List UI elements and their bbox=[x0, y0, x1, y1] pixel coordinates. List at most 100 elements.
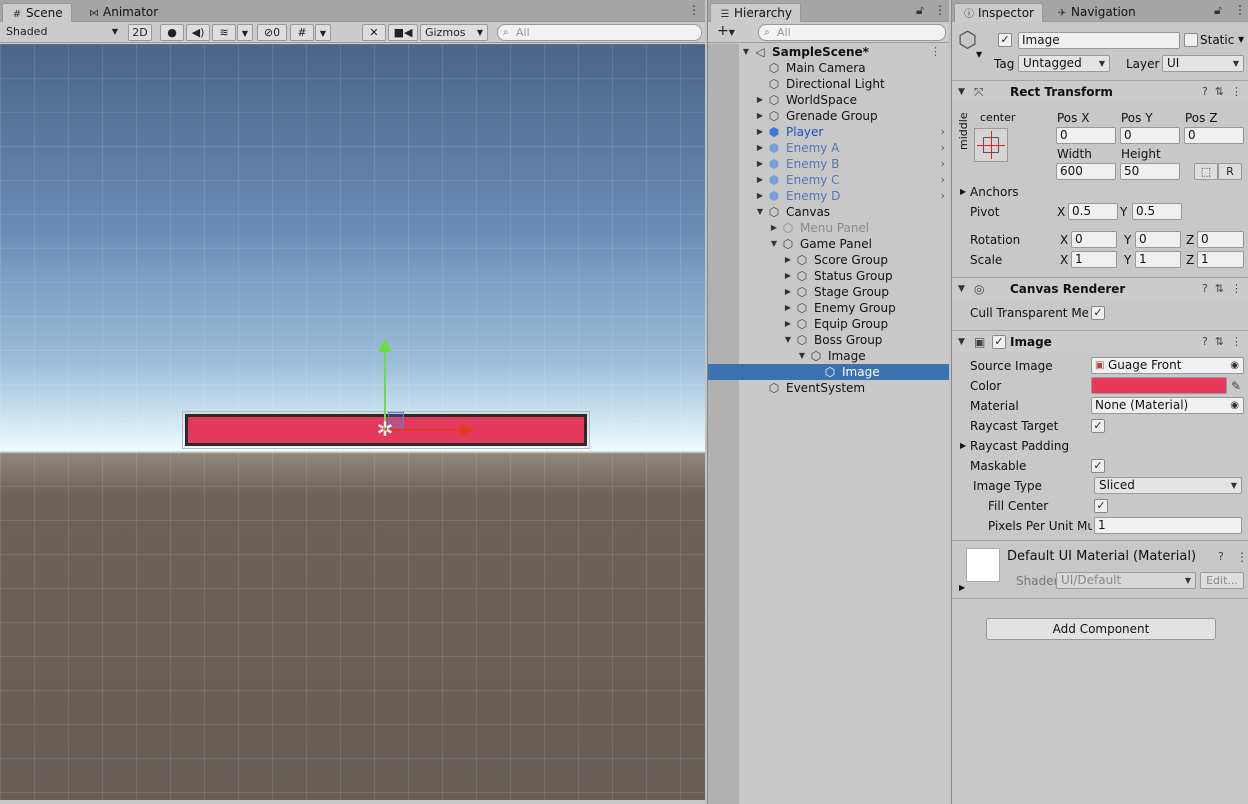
inspector-menu-icon[interactable]: ⋮ bbox=[1234, 3, 1246, 17]
hierarchy-item-enemy-group[interactable]: ▶ ⬡ Enemy Group bbox=[708, 300, 949, 316]
hierarchy-item-eventsystem[interactable]: ⬡ EventSystem bbox=[708, 380, 949, 396]
scene-menu-icon[interactable]: ⋮ bbox=[930, 44, 941, 60]
hierarchy-item-boss-group[interactable]: ▼ ⬡ Boss Group bbox=[708, 332, 949, 348]
tag-dropdown[interactable]: Untagged ▼ bbox=[1018, 55, 1110, 72]
hierarchy-item-enemy-d[interactable]: ▶ ⬢ Enemy D › bbox=[708, 188, 949, 204]
hierarchy-item-score-group[interactable]: ▶ ⬡ Score Group bbox=[708, 252, 949, 268]
edit-shader-button[interactable]: Edit... bbox=[1200, 572, 1244, 589]
chevron-right-icon[interactable]: › bbox=[941, 124, 945, 140]
tools-button[interactable]: ✕ bbox=[362, 24, 386, 41]
collapsed-arrow-icon[interactable]: ▶ bbox=[959, 579, 965, 597]
tab-scene[interactable]: # Scene bbox=[2, 3, 72, 22]
chevron-down-icon[interactable]: ▼ bbox=[976, 46, 982, 64]
hierarchy-item-equip-group[interactable]: ▶ ⬡ Equip Group bbox=[708, 316, 949, 332]
pos-x-field[interactable]: 0 bbox=[1056, 127, 1116, 144]
active-checkbox[interactable]: ✓ bbox=[998, 33, 1012, 47]
hierarchy-item-main-camera[interactable]: ⬡ Main Camera bbox=[708, 60, 949, 76]
collapsed-arrow-icon[interactable]: ▶ bbox=[783, 300, 793, 316]
help-icon[interactable]: ? bbox=[1202, 85, 1208, 98]
image-enabled-checkbox[interactable]: ✓ bbox=[992, 335, 1006, 349]
component-menu-icon[interactable]: ⋮ bbox=[1231, 85, 1242, 98]
expand-arrow-icon[interactable]: ▼ bbox=[958, 278, 965, 300]
pivot-x-field[interactable]: 0.5 bbox=[1068, 203, 1118, 220]
scale-x-field[interactable]: 1 bbox=[1071, 251, 1117, 268]
expand-arrow-icon[interactable]: ▼ bbox=[741, 44, 751, 60]
rot-z-field[interactable]: 0 bbox=[1197, 231, 1244, 248]
hierarchy-item-canvas[interactable]: ▼ ⬡ Canvas bbox=[708, 204, 949, 220]
image-type-dropdown[interactable]: Sliced ▼ bbox=[1094, 477, 1242, 494]
pos-y-field[interactable]: 0 bbox=[1120, 127, 1180, 144]
layer-dropdown[interactable]: UI ▼ bbox=[1162, 55, 1244, 72]
hierarchy-item-worldspace[interactable]: ▶ ⬡ WorldSpace bbox=[708, 92, 949, 108]
hierarchy-item-game-panel[interactable]: ▼ ⬡ Game Panel bbox=[708, 236, 949, 252]
material-field[interactable]: None (Material) ◉ bbox=[1091, 397, 1244, 414]
anchor-presets-button[interactable] bbox=[974, 128, 1008, 162]
tab-navigation[interactable]: ✈ Navigation bbox=[1048, 3, 1144, 22]
collapsed-arrow-icon[interactable]: ▶ bbox=[783, 284, 793, 300]
help-icon[interactable]: ? bbox=[1202, 335, 1208, 348]
effects-toggle-button[interactable]: ≋ bbox=[212, 24, 236, 41]
object-picker-icon[interactable]: ◉ bbox=[1230, 358, 1239, 373]
object-name-field[interactable]: Image bbox=[1018, 32, 1180, 49]
cull-transparent-checkbox[interactable]: ✓ bbox=[1091, 306, 1105, 320]
pivot-icon[interactable]: ✲ bbox=[374, 418, 396, 440]
shading-mode-dropdown[interactable]: Shaded ▼ bbox=[2, 24, 122, 41]
scale-y-field[interactable]: 1 bbox=[1135, 251, 1181, 268]
hidden-objects-toggle[interactable]: ⊘0 bbox=[257, 24, 287, 41]
material-menu-icon[interactable]: ⋮ bbox=[1236, 548, 1248, 566]
pos-z-field[interactable]: 0 bbox=[1184, 127, 1244, 144]
add-component-button[interactable]: Add Component bbox=[986, 618, 1216, 640]
anchors-foldout[interactable]: Anchors bbox=[970, 183, 1019, 201]
rot-x-field[interactable]: 0 bbox=[1071, 231, 1117, 248]
source-image-field[interactable]: ▣ Guage Front ◉ bbox=[1091, 357, 1244, 374]
tab-hierarchy[interactable]: ☰ Hierarchy bbox=[710, 3, 802, 22]
raycast-target-checkbox[interactable]: ✓ bbox=[1091, 419, 1105, 433]
scene-search-input[interactable]: ⌕ All bbox=[497, 24, 702, 41]
gizmos-dropdown[interactable]: Gizmos ▼ bbox=[420, 24, 488, 41]
pixels-per-unit-field[interactable]: 1 bbox=[1094, 517, 1242, 534]
color-swatch[interactable] bbox=[1091, 377, 1227, 394]
raw-edit-button[interactable]: R bbox=[1218, 163, 1242, 180]
pivot-y-field[interactable]: 0.5 bbox=[1132, 203, 1182, 220]
component-header-icons[interactable]: ? ⇅ ⋮ bbox=[1202, 331, 1242, 353]
expand-arrow-icon[interactable]: ▼ bbox=[783, 332, 793, 348]
component-menu-icon[interactable]: ⋮ bbox=[1231, 282, 1242, 295]
hierarchy-item-enemy-a[interactable]: ▶ ⬢ Enemy A › bbox=[708, 140, 949, 156]
hierarchy-item-grenade-group[interactable]: ▶ ⬡ Grenade Group bbox=[708, 108, 949, 124]
collapsed-arrow-icon[interactable]: ▶ bbox=[960, 437, 966, 455]
collapsed-arrow-icon[interactable]: ▶ bbox=[755, 92, 765, 108]
expand-arrow-icon[interactable]: ▼ bbox=[755, 204, 765, 220]
camera-button[interactable]: ■◀ bbox=[388, 24, 418, 41]
fill-center-checkbox[interactable]: ✓ bbox=[1094, 499, 1108, 513]
collapsed-arrow-icon[interactable]: ▶ bbox=[755, 108, 765, 124]
lock-icon[interactable]: 🔓︎ bbox=[916, 3, 924, 18]
tab-animator[interactable]: ⋈ Animator bbox=[80, 3, 166, 22]
hierarchy-item-enemy-c[interactable]: ▶ ⬢ Enemy C › bbox=[708, 172, 949, 188]
lock-icon[interactable]: 🔓︎ bbox=[1214, 3, 1222, 18]
chevron-right-icon[interactable]: › bbox=[941, 172, 945, 188]
hierarchy-item-status-group[interactable]: ▶ ⬡ Status Group bbox=[708, 268, 949, 284]
rot-y-field[interactable]: 0 bbox=[1135, 231, 1181, 248]
collapsed-arrow-icon[interactable]: ▶ bbox=[769, 220, 779, 236]
hierarchy-item-directional-light[interactable]: ⬡ Directional Light bbox=[708, 76, 949, 92]
width-field[interactable]: 600 bbox=[1056, 163, 1116, 180]
static-checkbox[interactable] bbox=[1184, 33, 1198, 47]
shader-dropdown[interactable]: UI/Default ▼ bbox=[1056, 572, 1196, 589]
effects-dropdown[interactable]: ▼ bbox=[237, 24, 253, 41]
move-gizmo-y-arrow[interactable] bbox=[378, 338, 392, 352]
hierarchy-item-enemy-b[interactable]: ▶ ⬢ Enemy B › bbox=[708, 156, 949, 172]
component-menu-icon[interactable]: ⋮ bbox=[1231, 335, 1242, 348]
expand-arrow-icon[interactable]: ▼ bbox=[769, 236, 779, 252]
eyedropper-icon[interactable]: ✎ bbox=[1231, 377, 1241, 395]
object-picker-icon[interactable]: ◉ bbox=[1230, 398, 1239, 413]
expand-arrow-icon[interactable]: ▼ bbox=[958, 331, 965, 353]
canvas-renderer-header[interactable]: ▼ ◎ Canvas Renderer ? ⇅ ⋮ bbox=[952, 277, 1248, 299]
grid-dropdown[interactable]: ▼ bbox=[315, 24, 331, 41]
collapsed-arrow-icon[interactable]: ▶ bbox=[755, 188, 765, 204]
scene-root-row[interactable]: ▼ ◁ SampleScene* ⋮ bbox=[708, 44, 949, 60]
chevron-right-icon[interactable]: › bbox=[941, 156, 945, 172]
presets-icon[interactable]: ⇅ bbox=[1215, 85, 1224, 98]
collapsed-arrow-icon[interactable]: ▶ bbox=[960, 183, 966, 201]
presets-icon[interactable]: ⇅ bbox=[1215, 335, 1224, 348]
scale-z-field[interactable]: 1 bbox=[1197, 251, 1244, 268]
